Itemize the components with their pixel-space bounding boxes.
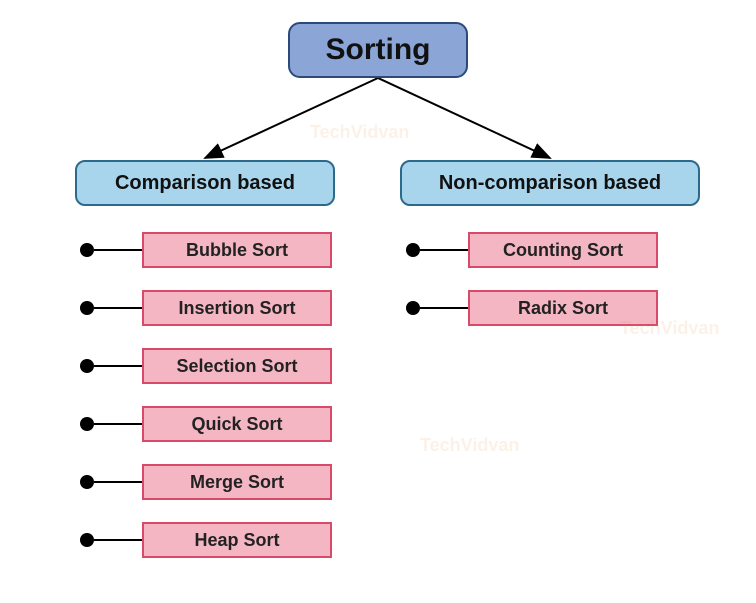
algo-box: Bubble Sort xyxy=(142,232,332,268)
watermark: TechVidvan xyxy=(310,122,409,143)
algo-label: Merge Sort xyxy=(190,472,284,493)
algo-box: Counting Sort xyxy=(468,232,658,268)
category-right-label: Non-comparison based xyxy=(439,172,661,195)
algo-box: Selection Sort xyxy=(142,348,332,384)
algo-label: Heap Sort xyxy=(194,530,279,551)
algo-label: Quick Sort xyxy=(191,414,282,435)
bullet-icon xyxy=(406,301,420,315)
algo-item-merge-sort: Merge Sort xyxy=(80,464,332,500)
connector-line xyxy=(94,481,142,483)
root-title: Sorting xyxy=(326,33,431,67)
algo-item-heap-sort: Heap Sort xyxy=(80,522,332,558)
connector-line xyxy=(94,539,142,541)
bullet-icon xyxy=(80,301,94,315)
bullet-icon xyxy=(80,475,94,489)
algo-item-radix-sort: Radix Sort xyxy=(406,290,658,326)
bullet-icon xyxy=(80,359,94,373)
algo-box: Insertion Sort xyxy=(142,290,332,326)
algo-item-selection-sort: Selection Sort xyxy=(80,348,332,384)
algo-label: Radix Sort xyxy=(518,298,608,319)
algo-box: Quick Sort xyxy=(142,406,332,442)
algo-item-insertion-sort: Insertion Sort xyxy=(80,290,332,326)
bullet-icon xyxy=(406,243,420,257)
connector-line xyxy=(94,307,142,309)
connector-line xyxy=(94,249,142,251)
bullet-icon xyxy=(80,533,94,547)
algo-item-bubble-sort: Bubble Sort xyxy=(80,232,332,268)
bullet-icon xyxy=(80,417,94,431)
connector-line xyxy=(420,249,468,251)
algo-box: Merge Sort xyxy=(142,464,332,500)
watermark: TechVidvan xyxy=(420,435,519,456)
connector-line xyxy=(94,365,142,367)
category-comparison-based: Comparison based xyxy=(75,160,335,206)
category-left-label: Comparison based xyxy=(115,172,295,195)
algo-box: Radix Sort xyxy=(468,290,658,326)
algo-label: Counting Sort xyxy=(503,240,623,261)
category-non-comparison-based: Non-comparison based xyxy=(400,160,700,206)
algo-item-quick-sort: Quick Sort xyxy=(80,406,332,442)
algo-label: Selection Sort xyxy=(176,356,297,377)
bullet-icon xyxy=(80,243,94,257)
connector-line xyxy=(94,423,142,425)
root-node-sorting: Sorting xyxy=(288,22,468,78)
algo-item-counting-sort: Counting Sort xyxy=(406,232,658,268)
algo-box: Heap Sort xyxy=(142,522,332,558)
connector-line xyxy=(420,307,468,309)
algo-label: Insertion Sort xyxy=(178,298,295,319)
algo-label: Bubble Sort xyxy=(186,240,288,261)
